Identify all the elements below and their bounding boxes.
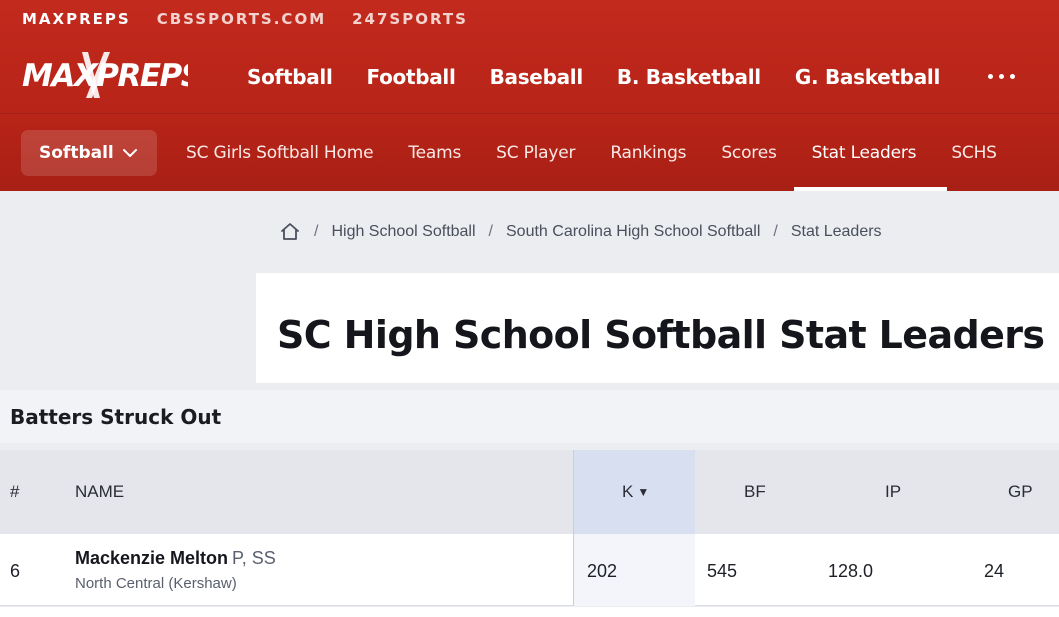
nav-boys-basketball[interactable]: B. Basketball — [617, 65, 761, 89]
nav-softball[interactable]: Softball — [247, 65, 333, 89]
breadcrumb-high-school-softball[interactable]: High School Softball — [331, 223, 475, 241]
col-bf[interactable]: BF — [744, 450, 766, 534]
chevron-down-icon — [122, 149, 137, 157]
col-ip[interactable]: IP — [885, 450, 901, 534]
more-horizontal-icon[interactable] — [988, 66, 1022, 86]
subnav-player[interactable]: SC Player — [496, 116, 610, 191]
stat-section-header: Batters Struck Out — [0, 390, 1059, 443]
page-title: SC High School Softball Stat Leaders — [277, 313, 1045, 357]
player-positions: P, SS — [232, 548, 276, 568]
cell-k: 202 — [587, 561, 618, 581]
breadcrumb: / High School Softball / South Carolina … — [279, 218, 882, 246]
sport-nav: Softball Football Baseball B. Basketball… — [247, 44, 940, 110]
main-nav: MAXPREPS Softball Football Baseball B. B… — [0, 44, 1059, 110]
row-rank: 6 — [10, 561, 21, 581]
player-school-link[interactable]: North Central (Kershaw) — [75, 575, 237, 592]
network-link-cbssports[interactable]: CBSSPORTS.COM — [157, 10, 326, 28]
cell-gp: 24 — [984, 561, 1005, 581]
breadcrumb-sc-softball[interactable]: South Carolina High School Softball — [506, 223, 760, 241]
cell-bf: 545 — [707, 561, 738, 581]
subnav-teams[interactable]: Teams — [408, 116, 496, 191]
col-gp[interactable]: GP — [1008, 450, 1033, 534]
stat-section-title: Batters Struck Out — [10, 405, 222, 429]
nav-girls-basketball[interactable]: G. Basketball — [795, 65, 940, 89]
site-header: MAXPREPS CBSSPORTS.COM 247SPORTS MAXPREP… — [0, 0, 1059, 191]
cell-ip: 128.0 — [828, 561, 874, 581]
subnav-rankings[interactable]: Rankings — [610, 116, 721, 191]
breadcrumb-separator: / — [773, 223, 778, 240]
breadcrumb-separator: / — [488, 223, 493, 240]
maxpreps-logo[interactable]: MAXPREPS — [20, 48, 188, 102]
col-k-label: K — [622, 482, 634, 501]
header-divider — [0, 113, 1059, 114]
col-k[interactable]: K ▼ — [622, 450, 649, 534]
sport-dropdown[interactable]: Softball — [21, 130, 157, 176]
title-panel: SC High School Softball Stat Leaders — [256, 273, 1059, 383]
col-name: NAME — [75, 482, 125, 501]
sub-nav-links: SC Girls Softball Home Teams SC Player R… — [186, 116, 1032, 191]
stat-leaders-table: # NAME K ▼ BF IP GP 6 Mackenzie Melton P, … — [0, 450, 1059, 617]
subnav-schs[interactable]: SCHS — [951, 116, 1031, 191]
subnav-stat-leaders[interactable]: Stat Leaders — [793, 116, 952, 191]
table-row: 6 Mackenzie Melton P, SS North Central (K… — [0, 534, 1059, 606]
col-rank: # — [10, 482, 20, 501]
sport-dropdown-label: Softball — [39, 143, 114, 163]
sport-sub-nav: Softball SC Girls Softball Home Teams SC… — [0, 116, 1059, 191]
table-next-row-stub — [0, 607, 1059, 617]
breadcrumb-stat-leaders[interactable]: Stat Leaders — [791, 223, 882, 241]
nav-baseball[interactable]: Baseball — [490, 65, 584, 89]
player-name: Mackenzie Melton — [75, 548, 229, 568]
network-bar: MAXPREPS CBSSPORTS.COM 247SPORTS — [0, 0, 1059, 38]
sort-down-triangle-icon: ▼ — [637, 485, 650, 499]
breadcrumb-separator: / — [314, 223, 319, 240]
network-link-maxpreps[interactable]: MAXPREPS — [22, 10, 131, 28]
subnav-scores[interactable]: Scores — [721, 116, 811, 191]
home-icon[interactable] — [279, 221, 301, 243]
network-link-247sports[interactable]: 247SPORTS — [352, 10, 468, 28]
subnav-home[interactable]: SC Girls Softball Home — [186, 116, 408, 191]
table-header: # NAME K ▼ BF IP GP — [0, 450, 1059, 534]
nav-football[interactable]: Football — [367, 65, 456, 89]
player-name-link[interactable]: Mackenzie Melton P, SS — [75, 548, 276, 569]
